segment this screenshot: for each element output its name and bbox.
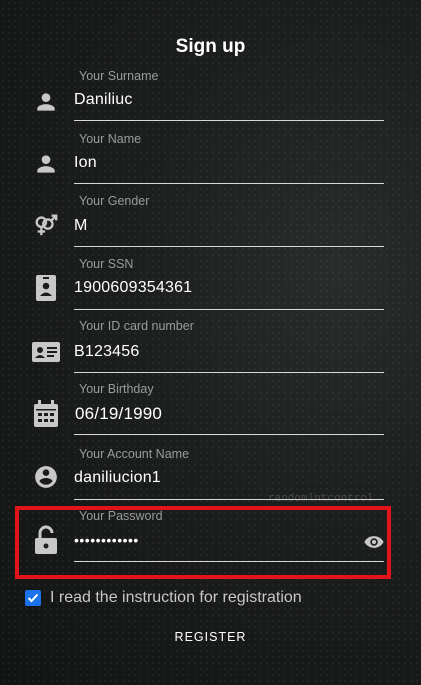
surname-input[interactable]: Daniliuc [74,91,133,109]
surname-underline [74,120,384,121]
name-underline [74,183,384,184]
id-card-icon [31,339,61,365]
surname-field[interactable]: Your Surname Daniliuc [0,69,421,131]
account-name-field[interactable]: Your Account Name daniliucion1 [0,447,421,509]
ssn-label: Your SSN [79,257,134,271]
account-name-input[interactable]: daniliucion1 [74,469,161,487]
name-label: Your Name [79,132,142,146]
checkmark-icon [27,593,39,603]
calendar-icon [33,400,59,427]
birthday-input[interactable]: 06/19/1990 [75,404,162,424]
id-card-field[interactable]: Your ID card number B123456 [0,319,421,381]
birthday-label: Your Birthday [79,382,154,396]
id-card-input[interactable]: B123456 [74,343,139,361]
surname-label: Your Surname [79,69,159,83]
instruction-checkbox-row[interactable]: I read the instruction for registration [25,589,302,607]
id-card-label: Your ID card number [79,319,194,333]
account-name-label: Your Account Name [79,447,190,461]
name-field[interactable]: Your Name Ion [0,132,421,194]
gender-input[interactable]: M [74,217,88,235]
gender-label: Your Gender [79,194,150,208]
ssn-underline [74,309,384,310]
gender-underline [74,246,384,247]
gender-field[interactable]: Your Gender M [0,194,421,256]
id-card-underline [74,372,384,373]
register-button[interactable]: REGISTER [0,630,421,644]
person-icon [33,151,59,177]
person-icon [33,89,59,115]
ssn-input[interactable]: 1900609354361 [74,279,192,297]
birthday-underline [74,434,384,435]
birthday-field[interactable]: Your Birthday 06/19/1990 [0,382,421,444]
badge-icon [33,275,59,301]
account-name-underline [74,499,384,500]
page-title: Sign up [175,36,246,57]
ssn-field[interactable]: Your SSN 1900609354361 [0,257,421,319]
gender-icon [33,212,59,238]
password-highlight-box [15,506,391,579]
instruction-checkbox-label: I read the instruction for registration [50,589,302,606]
name-input[interactable]: Ion [74,154,97,172]
instruction-checkbox[interactable] [25,590,41,606]
account-circle-icon [33,464,59,490]
